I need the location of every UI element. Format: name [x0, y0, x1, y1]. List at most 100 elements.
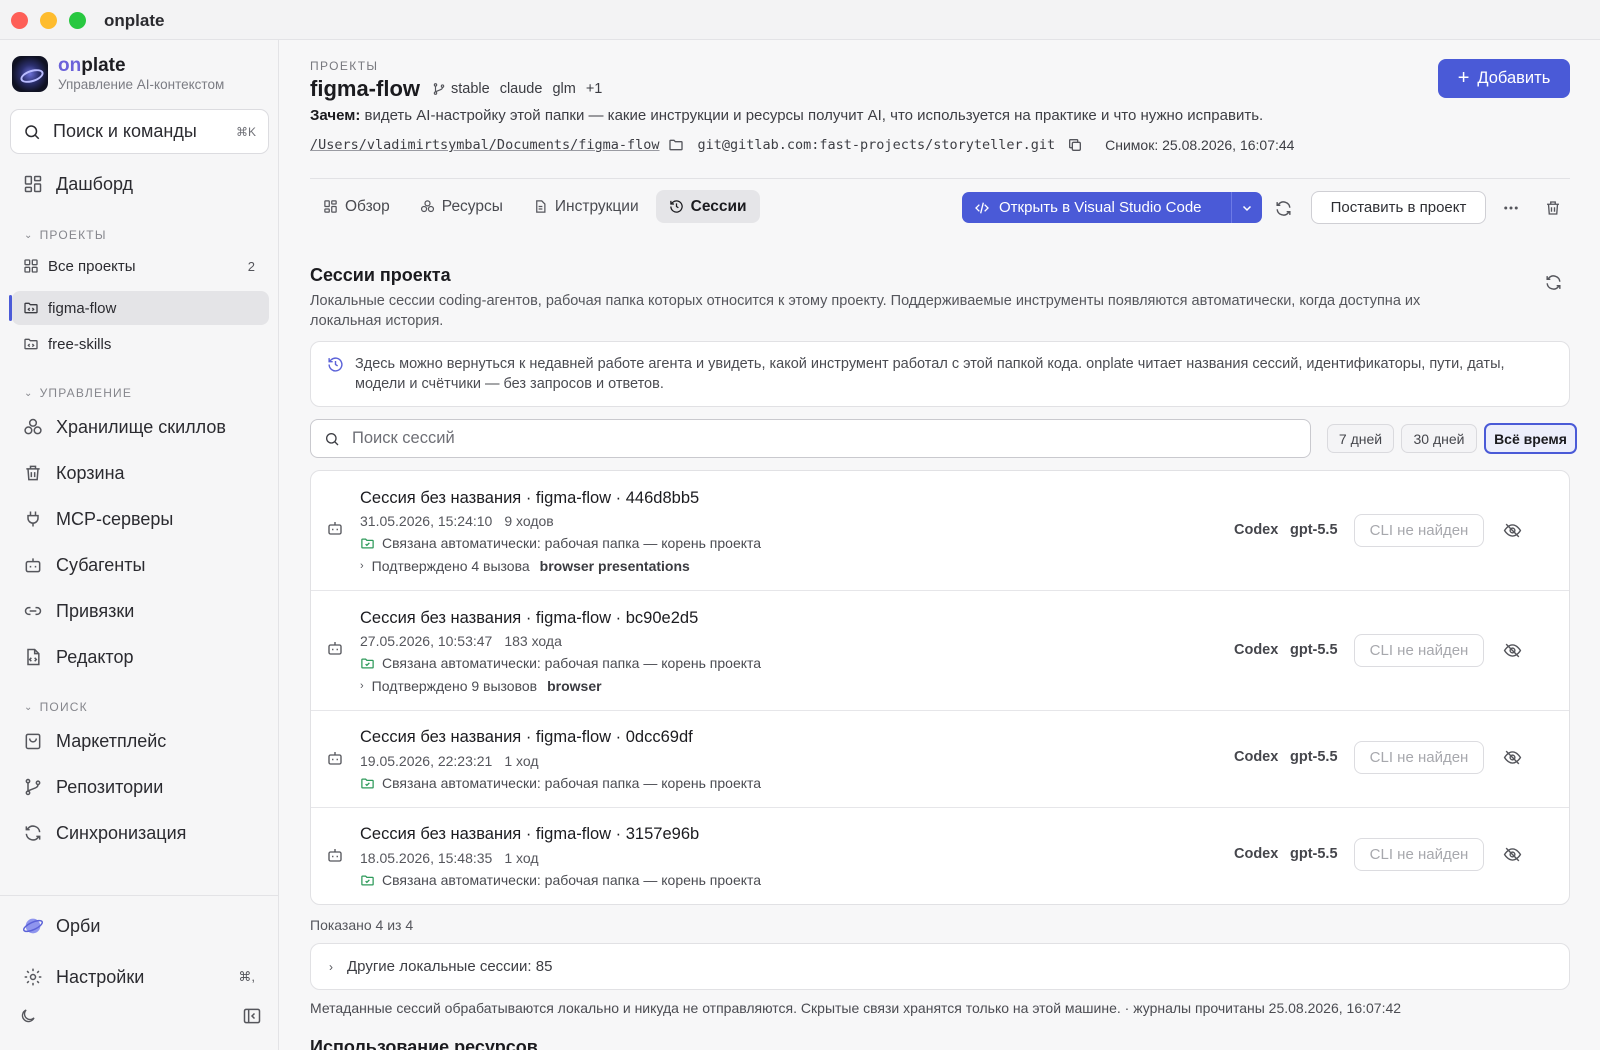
- close-window-button[interactable]: [11, 12, 28, 29]
- session-agent: Codex: [1234, 522, 1279, 538]
- sidebar: onplate Управление AI-контекстом Поиск и…: [0, 40, 279, 1050]
- cli-not-found-button[interactable]: CLI не найден: [1354, 634, 1484, 667]
- command-search-input[interactable]: Поиск и команды ⌘K: [10, 109, 269, 154]
- command-search-placeholder: Поиск и команды: [53, 121, 197, 141]
- sidebar-item-marketplace[interactable]: Маркетплейс: [12, 723, 269, 759]
- sidebar-item-label: Маркетплейс: [56, 730, 167, 751]
- sidebar-item-dashboard[interactable]: Дашборд: [12, 166, 269, 202]
- trash-icon: [22, 462, 44, 484]
- cli-not-found-button[interactable]: CLI не найден: [1354, 514, 1484, 547]
- skills-icon: [22, 416, 44, 438]
- open-vscode-button[interactable]: Открыть в Visual Studio Code: [962, 192, 1262, 223]
- brand-subtitle: Управление AI-контекстом: [58, 77, 225, 92]
- session-row[interactable]: Сессия без названия · figma-flow · 0dcc6…: [311, 711, 1569, 808]
- hide-session-eye-off-icon[interactable]: [1503, 521, 1522, 545]
- sidebar-item-skills[interactable]: Хранилище скиллов: [12, 409, 269, 445]
- search-icon: [25, 124, 40, 139]
- hide-session-eye-off-icon[interactable]: [1503, 845, 1522, 869]
- sidebar-item-settings[interactable]: Настройки ⌘,: [12, 959, 269, 995]
- breadcrumb[interactable]: ПРОЕКТЫ: [310, 59, 378, 73]
- session-meta: 27.05.2026, 10:53:47 183 хода: [360, 633, 562, 649]
- filter-all-time[interactable]: Всё время: [1484, 423, 1577, 454]
- sidebar-item-sync[interactable]: Синхронизация: [12, 815, 269, 851]
- more-icon[interactable]: [1498, 195, 1524, 221]
- session-title: Сессия без названия · figma-flow · 3157e…: [360, 825, 700, 843]
- sidebar-item-subagents[interactable]: Субагенты: [12, 547, 269, 583]
- session-row[interactable]: Сессия без названия · figma-flow · 446d8…: [311, 471, 1569, 591]
- delete-project-trash-icon[interactable]: [1540, 195, 1566, 221]
- folder-code-icon: [22, 299, 40, 317]
- zoom-window-button[interactable]: [69, 12, 86, 29]
- sessions-refresh-icon[interactable]: [1540, 269, 1566, 295]
- section-header-manage[interactable]: ⌄ УПРАВЛЕНИЕ: [24, 386, 132, 400]
- chevron-down-icon: ⌄: [24, 701, 34, 713]
- project-path-link[interactable]: /Users/vladimirtsymbal/Documents/figma-f…: [310, 137, 660, 153]
- sessions-info-text: Здесь можно вернуться к недавней работе …: [355, 356, 1505, 392]
- copy-icon[interactable]: [1067, 137, 1083, 153]
- theme-toggle-moon-icon[interactable]: [16, 1004, 40, 1028]
- section-header-search[interactable]: ⌄ ПОИСК: [24, 700, 88, 714]
- cli-not-found-button[interactable]: CLI не найден: [1354, 838, 1484, 871]
- sidebar-item-project-figma-flow[interactable]: figma-flow: [9, 291, 269, 325]
- hide-session-eye-off-icon[interactable]: [1503, 641, 1522, 665]
- session-model: gpt-5.5: [1290, 749, 1338, 765]
- sidebar-divider: [0, 895, 279, 896]
- sidebar-item-trash[interactable]: Корзина: [12, 455, 269, 491]
- tab-instructions[interactable]: Инструкции: [520, 190, 652, 223]
- sidebar-item-orbi[interactable]: Орби: [12, 908, 269, 944]
- minimize-window-button[interactable]: [40, 12, 57, 29]
- open-folder-icon[interactable]: [668, 137, 684, 153]
- refresh-icon[interactable]: [1270, 195, 1296, 221]
- sessions-list: Сессия без названия · figma-flow · 446d8…: [310, 470, 1570, 905]
- hide-session-eye-off-icon[interactable]: [1503, 748, 1522, 772]
- session-title: Сессия без названия · figma-flow · 0dcc6…: [360, 728, 693, 746]
- chevron-right-icon: ›: [360, 680, 364, 692]
- session-meta: 31.05.2026, 15:24:10 9 ходов: [360, 513, 554, 529]
- filter-7-days[interactable]: 7 дней: [1327, 424, 1394, 453]
- collapse-sidebar-icon[interactable]: [240, 1004, 264, 1028]
- plus-icon: +: [1457, 67, 1470, 89]
- gear-icon: [22, 966, 44, 988]
- bot-icon: [22, 554, 44, 576]
- sessions-search-input[interactable]: Поиск сессий: [310, 419, 1311, 458]
- other-local-sessions-toggle[interactable]: › Другие локальные сессии: 85: [310, 943, 1570, 990]
- sidebar-item-all-projects[interactable]: Все проекты 2: [12, 249, 269, 283]
- session-confirmed-toggle[interactable]: › Подтверждено 4 вызова browser presentati…: [360, 558, 690, 574]
- sidebar-item-repos[interactable]: Репозитории: [12, 769, 269, 805]
- brand-name: onplate: [58, 55, 126, 76]
- sidebar-item-label: Синхронизация: [56, 822, 187, 843]
- tag-more[interactable]: +1: [586, 81, 603, 97]
- store-icon: [22, 730, 44, 752]
- sidebar-item-bindings[interactable]: Привязки: [12, 593, 269, 629]
- session-agent: Codex: [1234, 642, 1279, 658]
- folder-check-icon: [360, 656, 375, 671]
- sidebar-item-mcp[interactable]: MCP-серверы: [12, 501, 269, 537]
- main-content: ПРОЕКТЫ figma-flow stable claude glm +1 …: [280, 40, 1600, 1050]
- session-confirmed-toggle[interactable]: › Подтверждено 9 вызовов browser: [360, 678, 602, 694]
- sidebar-item-label: figma-flow: [48, 299, 117, 317]
- tab-overview[interactable]: Обзор: [310, 190, 403, 223]
- session-title: Сессия без названия · figma-flow · bc90e…: [360, 609, 699, 627]
- sidebar-item-editor[interactable]: Редактор: [12, 639, 269, 675]
- session-row[interactable]: Сессия без названия · figma-flow · bc90e…: [311, 591, 1569, 711]
- sessions-footer-note: Метаданные сессий обрабатываются локальн…: [310, 1000, 1402, 1016]
- cli-not-found-button[interactable]: CLI не найден: [1354, 741, 1484, 774]
- sidebar-item-project-free-skills[interactable]: free-skills: [12, 327, 269, 361]
- open-vscode-dropdown[interactable]: [1231, 192, 1262, 223]
- tab-sessions[interactable]: Сессии: [655, 190, 760, 223]
- sessions-search-placeholder: Поиск сессий: [352, 429, 455, 447]
- sidebar-item-label: Все проекты: [48, 257, 136, 275]
- session-model: gpt-5.5: [1290, 846, 1338, 862]
- section-header-projects[interactable]: ⌄ ПРОЕКТЫ: [24, 228, 107, 242]
- search-icon: [326, 432, 339, 445]
- filter-30-days[interactable]: 30 дней: [1401, 424, 1477, 453]
- add-button[interactable]: + Добавить: [1438, 59, 1570, 98]
- sidebar-item-label: Настройки: [56, 966, 145, 987]
- tab-resources[interactable]: Ресурсы: [407, 190, 516, 223]
- history-icon: [669, 199, 684, 214]
- session-link-status: Связана автоматически: рабочая папка — к…: [360, 535, 761, 551]
- put-in-project-button[interactable]: Поставить в проект: [1311, 191, 1486, 224]
- history-icon: [327, 356, 344, 379]
- git-remote: git@gitlab.com:fast-projects/storyteller…: [697, 137, 1056, 153]
- session-row[interactable]: Сессия без названия · figma-flow · 3157e…: [311, 808, 1569, 904]
